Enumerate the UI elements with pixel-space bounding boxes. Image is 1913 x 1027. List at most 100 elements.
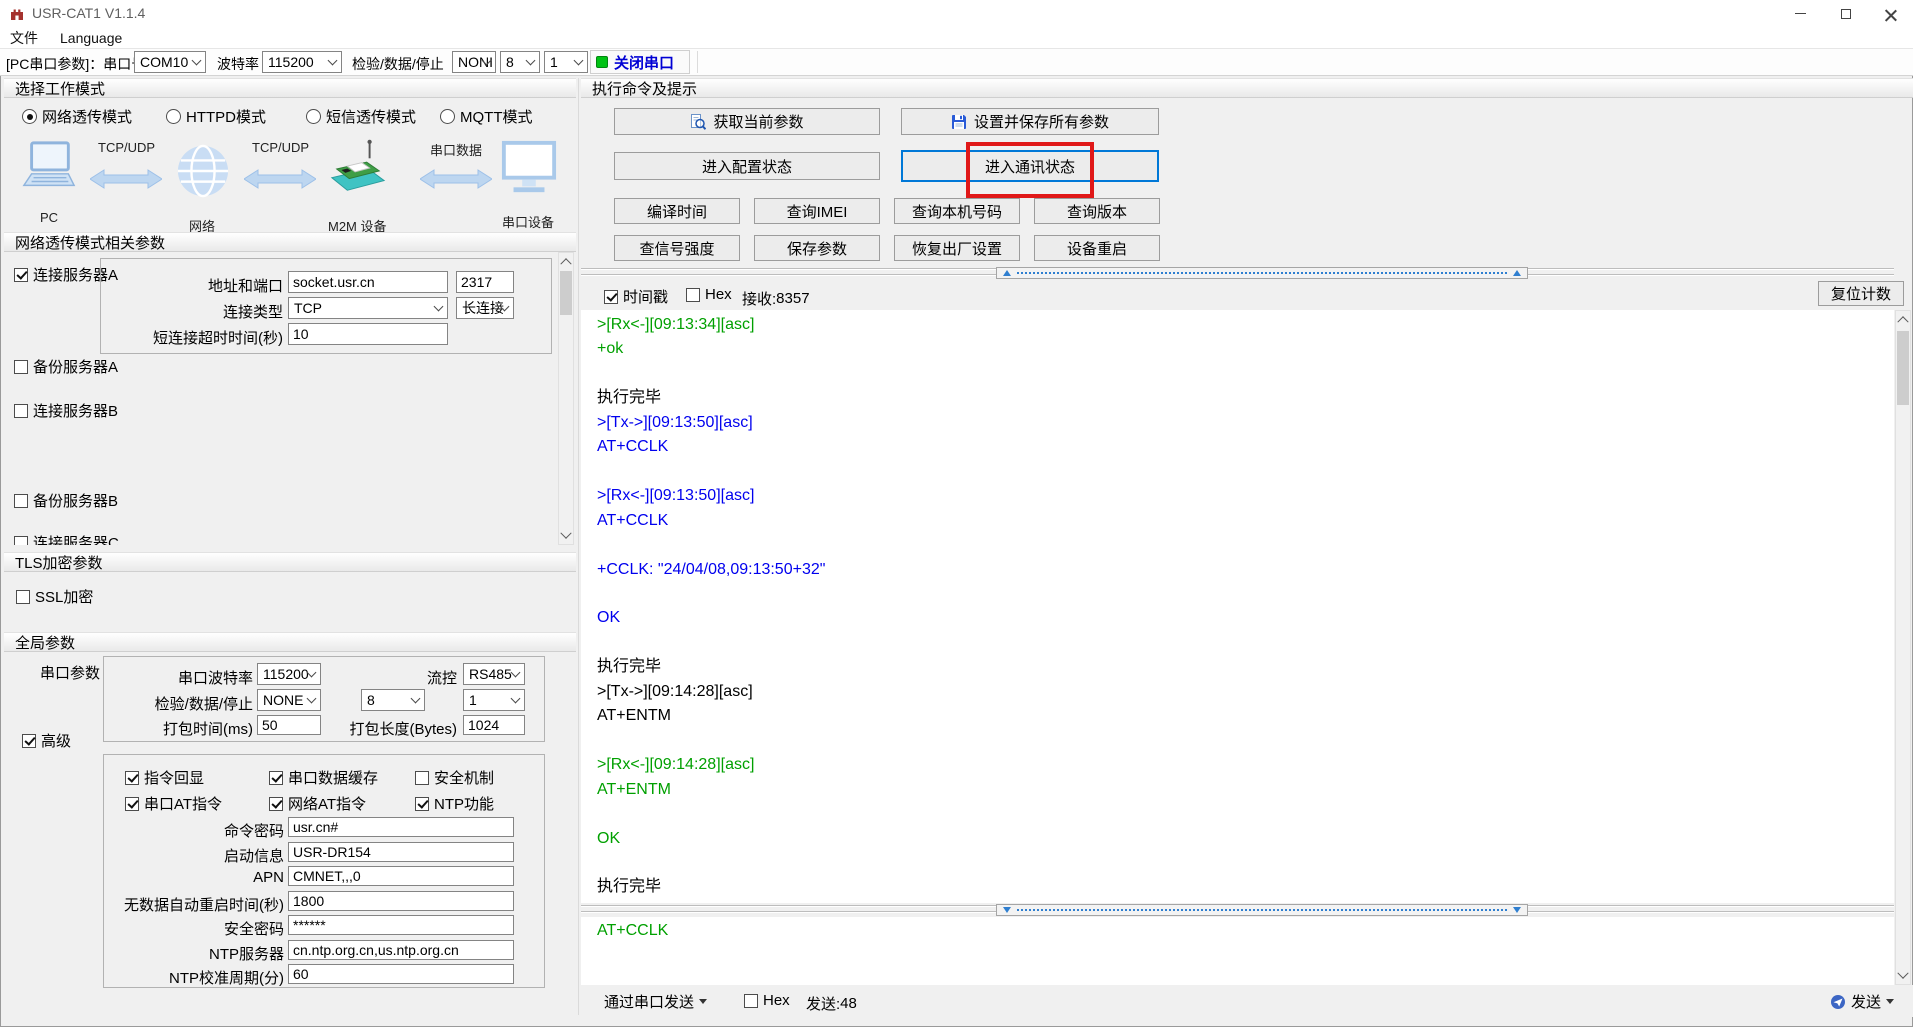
scroll-up-icon[interactable] xyxy=(1896,311,1910,327)
field-input[interactable]: cn.ntp.org.cn,us.ntp.org.cn xyxy=(288,940,514,960)
server-checkbox[interactable]: 备份服务器B xyxy=(14,490,118,511)
packlen-input[interactable]: 1024 xyxy=(463,715,525,735)
close-port-button[interactable]: 关闭串口 xyxy=(590,50,690,74)
menu-item-file[interactable]: 文件 xyxy=(10,28,38,48)
rx-hex-checkbox[interactable]: Hex xyxy=(686,286,732,303)
maximize-icon[interactable] xyxy=(1823,0,1868,27)
g-parity-select[interactable]: NONE xyxy=(257,689,321,711)
reset-count-button[interactable]: 复位计数 xyxy=(1818,281,1904,306)
field-input[interactable]: CMNET,,,0 xyxy=(288,866,514,886)
server-label: 连接服务器C xyxy=(33,535,119,545)
checkbox-checked-icon xyxy=(125,796,139,811)
log-line: OK xyxy=(597,829,621,847)
scrollbar-thumb[interactable] xyxy=(1897,331,1909,405)
tx-hex-checkbox[interactable]: Hex xyxy=(744,992,790,1009)
scrollbar-thumb[interactable] xyxy=(560,271,572,315)
factory-reset-button[interactable]: 恢复出厂设置 xyxy=(894,235,1020,261)
send-text-area[interactable]: AT+CCLK xyxy=(581,917,1894,985)
send-mode-dropdown[interactable]: 通过串口发送 xyxy=(604,991,708,1012)
scroll-up-icon[interactable] xyxy=(559,253,573,269)
field-input[interactable]: ****** xyxy=(288,915,514,935)
menu-bar: 文件 Language xyxy=(0,27,1913,49)
field-input[interactable]: USR-DR154 xyxy=(288,842,514,862)
g-databits-select[interactable]: 8 xyxy=(361,689,425,711)
flag-checkbox[interactable]: NTP功能 xyxy=(415,793,494,814)
collapse-up-icon[interactable] xyxy=(1003,270,1011,276)
short-conn-timeout-input[interactable]: 10 xyxy=(288,323,448,345)
g-stopbits-select[interactable]: 1 xyxy=(463,689,525,711)
work-mode-option[interactable]: HTTPD模式 xyxy=(166,106,266,127)
packtime-label: 打包时间(ms) xyxy=(163,721,253,738)
link-label: TCP/UDP xyxy=(98,140,156,155)
work-mode-options: 网络透传模式 HTTPD模式 短信透传模式 MQTT模式 xyxy=(0,106,576,126)
query-version-button[interactable]: 查询版本 xyxy=(1034,198,1160,224)
timestamp-checkbox[interactable]: 时间戳 xyxy=(604,286,668,307)
menu-item-language[interactable]: Language xyxy=(60,30,122,46)
field-input[interactable]: 60 xyxy=(288,964,514,984)
stopbits-select[interactable]: 1 xyxy=(544,51,588,73)
ssl-checkbox[interactable]: SSL加密 xyxy=(16,586,93,607)
flag-checkbox[interactable]: 安全机制 xyxy=(415,767,494,788)
work-mode-option[interactable]: 短信透传模式 xyxy=(306,106,416,127)
packlen-label: 打包长度(Bytes) xyxy=(349,721,457,738)
collapse-down-icon[interactable] xyxy=(1513,907,1521,913)
send-button[interactable]: 发送 xyxy=(1830,991,1895,1012)
packtime-input[interactable]: 50 xyxy=(257,715,321,735)
enter-config-state-button[interactable]: 进入配置状态 xyxy=(614,152,880,180)
title-bar: USR-CAT1 V1.1.4 xyxy=(0,0,1913,27)
keepalive-select[interactable]: 长连接 xyxy=(456,297,514,319)
server-a-port-input[interactable]: 2317 xyxy=(456,271,514,293)
g-baud-select[interactable]: 115200 xyxy=(257,663,321,685)
baud-select[interactable]: 115200 xyxy=(262,51,342,73)
save-params-button[interactable]: 保存参数 xyxy=(754,235,880,261)
work-mode-option[interactable]: MQTT模式 xyxy=(440,106,533,127)
query-imei-button[interactable]: 查询IMEI xyxy=(754,198,880,224)
chevron-down-icon xyxy=(306,693,317,704)
checkbox-unchecked-icon xyxy=(16,589,30,604)
set-save-all-params-button[interactable]: 设置并保存所有参数 xyxy=(901,108,1159,135)
parity-label: 检验/数据/停止 xyxy=(352,56,444,72)
flag-checkbox[interactable]: 串口数据缓存 xyxy=(269,767,378,788)
log-scrollbar[interactable] xyxy=(1895,310,1911,985)
advanced-checkbox[interactable]: 高级 xyxy=(22,730,71,751)
flag-checkbox[interactable]: 网络AT指令 xyxy=(269,793,366,814)
scroll-down-icon[interactable] xyxy=(1896,968,1910,984)
close-icon[interactable] xyxy=(1868,0,1913,27)
server-a-address-input[interactable]: socket.usr.cn xyxy=(288,271,448,293)
server-label: 备份服务器A xyxy=(33,359,119,376)
field-label: 安全密码 xyxy=(223,921,284,938)
databits-select[interactable]: 8 xyxy=(500,51,540,73)
device-restart-button[interactable]: 设备重启 xyxy=(1034,235,1160,261)
query-local-number-button[interactable]: 查询本机号码 xyxy=(894,198,1020,224)
query-signal-strength-button[interactable]: 查信号强度 xyxy=(614,235,740,261)
field-input[interactable]: 1800 xyxy=(288,891,514,911)
log-area[interactable]: >[Rx<-][09:13:34][asc] +ok 执行完毕 >[Tx->][09… xyxy=(581,310,1894,903)
collapse-up-icon[interactable] xyxy=(1513,270,1521,276)
flag-checkbox[interactable]: 串口AT指令 xyxy=(125,793,222,814)
splitter-handle[interactable] xyxy=(996,904,1528,916)
com-port-select[interactable]: COM10 xyxy=(134,51,206,73)
global-params-header: 全局参数 xyxy=(4,632,576,652)
flag-label: 串口AT指令 xyxy=(144,796,223,813)
button-label: 查询本机号码 xyxy=(911,203,1002,221)
scroll-down-icon[interactable] xyxy=(559,528,573,544)
get-params-button[interactable]: 获取当前参数 xyxy=(614,108,880,135)
conn-type-select[interactable]: TCP xyxy=(288,297,448,319)
work-mode-option[interactable]: 网络透传模式 xyxy=(22,106,132,127)
server-checkbox[interactable]: 连接服务器C xyxy=(14,532,119,545)
server-checkbox[interactable]: 备份服务器A xyxy=(14,356,118,377)
minimize-icon[interactable] xyxy=(1778,0,1823,27)
splitter xyxy=(581,266,1894,280)
flow-select[interactable]: RS485 xyxy=(463,663,525,685)
params-scrollbar[interactable] xyxy=(558,252,574,545)
radio-icon xyxy=(306,109,321,124)
server-checkbox[interactable]: 连接服务器B xyxy=(14,400,118,421)
splitter-handle[interactable] xyxy=(996,267,1528,279)
flag-checkbox[interactable]: 指令回显 xyxy=(125,767,204,788)
parity-select[interactable]: NONI xyxy=(452,51,496,73)
collapse-down-icon[interactable] xyxy=(1003,907,1011,913)
compile-time-button[interactable]: 编译时间 xyxy=(614,198,740,224)
field-input[interactable]: usr.cn# xyxy=(288,817,514,837)
log-line: >[Tx->][09:13:50][asc] xyxy=(597,413,753,431)
